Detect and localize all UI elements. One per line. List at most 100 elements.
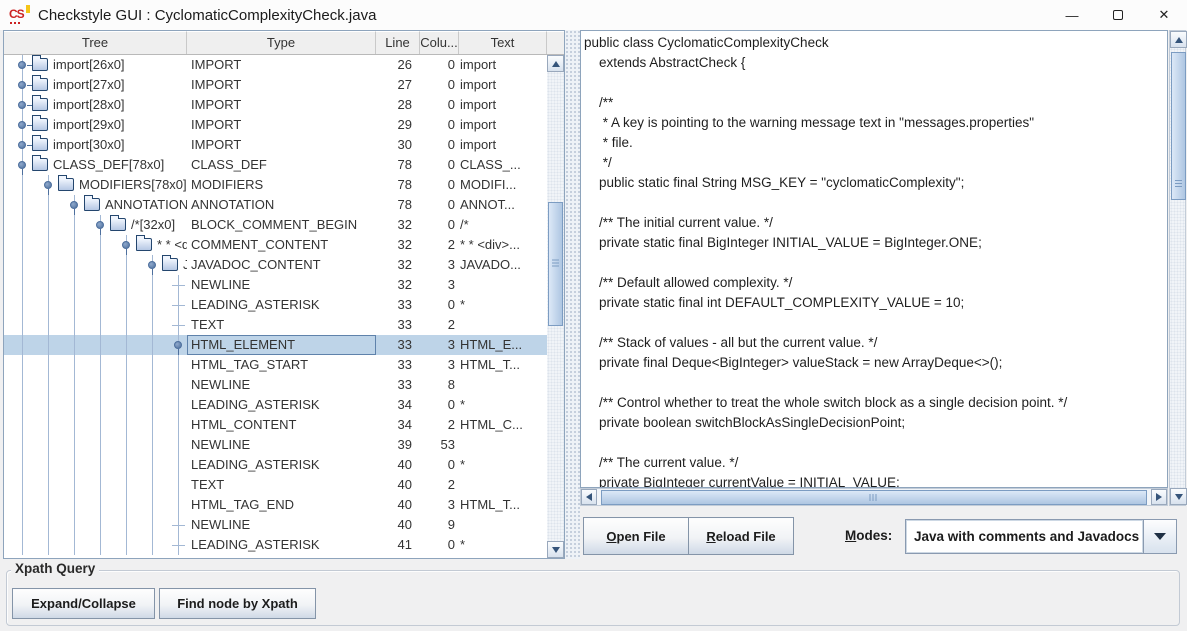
- table-row[interactable]: JAVADOC_CONTENTJAVADOC_CONTENT323JAVADO.…: [4, 255, 547, 275]
- type-cell[interactable]: LEADING_ASTERISK: [187, 395, 376, 415]
- tree-cell[interactable]: [4, 475, 187, 495]
- code-horizontal-scrollbar[interactable]: [580, 488, 1168, 506]
- scroll-right-button[interactable]: [1151, 489, 1167, 505]
- table-row[interactable]: import[26x0]IMPORT260import: [4, 55, 547, 75]
- collapse-handle-icon[interactable]: [18, 161, 26, 169]
- collapse-handle-icon[interactable]: [122, 241, 130, 249]
- scroll-down-button[interactable]: [547, 541, 564, 558]
- table-row[interactable]: LEADING_ASTERISK410*: [4, 535, 547, 555]
- type-cell[interactable]: NEWLINE: [187, 515, 376, 535]
- scroll-track[interactable]: [1170, 48, 1185, 488]
- type-cell[interactable]: TEXT: [187, 475, 376, 495]
- tree-cell[interactable]: [4, 415, 187, 435]
- type-cell[interactable]: IMPORT: [187, 55, 376, 75]
- type-cell[interactable]: CLASS_DEF: [187, 155, 376, 175]
- type-cell[interactable]: BLOCK_COMMENT_BEGIN: [187, 215, 376, 235]
- tree-cell[interactable]: import[27x0]: [4, 75, 187, 95]
- type-cell[interactable]: HTML_ELEMENT: [187, 335, 376, 355]
- scroll-track[interactable]: [547, 72, 564, 541]
- scroll-thumb[interactable]: [548, 202, 563, 326]
- table-row[interactable]: LEADING_ASTERISK340*: [4, 395, 547, 415]
- collapse-handle-icon[interactable]: [44, 181, 52, 189]
- scroll-down-button[interactable]: [1170, 488, 1187, 505]
- expand-handle-icon[interactable]: [18, 61, 26, 69]
- scroll-left-button[interactable]: [581, 489, 597, 505]
- column-header-text[interactable]: Text: [459, 31, 547, 54]
- table-row[interactable]: TEXT402: [4, 475, 547, 495]
- table-row[interactable]: HTML_CONTENT342HTML_C...: [4, 415, 547, 435]
- source-code-view[interactable]: public class CyclomaticComplexityCheck e…: [580, 30, 1168, 488]
- find-node-by-xpath-button[interactable]: Find node by Xpath: [159, 588, 316, 619]
- tree-cell[interactable]: MODIFIERS[78x0]: [4, 175, 187, 195]
- tree-cell[interactable]: [4, 315, 187, 335]
- column-header-line[interactable]: Line: [376, 31, 420, 54]
- type-cell[interactable]: ANNOTATION: [187, 195, 376, 215]
- close-button[interactable]: ✕: [1141, 0, 1187, 30]
- type-cell[interactable]: LEADING_ASTERISK: [187, 455, 376, 475]
- type-cell[interactable]: NEWLINE: [187, 375, 376, 395]
- tree-cell[interactable]: [4, 395, 187, 415]
- tree-cell[interactable]: [4, 335, 187, 355]
- type-cell[interactable]: LEADING_ASTERISK: [187, 295, 376, 315]
- expand-handle-icon[interactable]: [18, 121, 26, 129]
- tree-cell[interactable]: import[30x0]: [4, 135, 187, 155]
- column-header-column[interactable]: Colu...: [420, 31, 459, 54]
- tree-cell[interactable]: [4, 355, 187, 375]
- table-row[interactable]: * * <div>COMMENT_CONTENT322* * <div>...: [4, 235, 547, 255]
- type-cell[interactable]: IMPORT: [187, 135, 376, 155]
- tree-cell[interactable]: import[26x0]: [4, 55, 187, 75]
- tree-cell[interactable]: [4, 275, 187, 295]
- scroll-up-button[interactable]: [1170, 31, 1187, 48]
- tree-cell[interactable]: /*[32x0]: [4, 215, 187, 235]
- tree-cell[interactable]: [4, 455, 187, 475]
- table-row[interactable]: HTML_TAG_END403HTML_T...: [4, 495, 547, 515]
- reload-file-button[interactable]: Reload File: [688, 517, 794, 555]
- table-row[interactable]: CLASS_DEF[78x0]CLASS_DEF780CLASS_...: [4, 155, 547, 175]
- scroll-up-button[interactable]: [547, 55, 564, 72]
- modes-combobox[interactable]: Java with comments and Javadocs: [905, 519, 1177, 554]
- tree-cell[interactable]: ANNOTATION[78x0]: [4, 195, 187, 215]
- type-cell[interactable]: HTML_TAG_START: [187, 355, 376, 375]
- table-row[interactable]: LEADING_ASTERISK330*: [4, 295, 547, 315]
- collapse-handle-icon[interactable]: [148, 261, 156, 269]
- table-row[interactable]: NEWLINE3953: [4, 435, 547, 455]
- type-cell[interactable]: NEWLINE: [187, 435, 376, 455]
- type-cell[interactable]: LEADING_ASTERISK: [187, 535, 376, 555]
- tree-cell[interactable]: [4, 435, 187, 455]
- table-row[interactable]: LEADING_ASTERISK400*: [4, 455, 547, 475]
- tree-cell[interactable]: import[28x0]: [4, 95, 187, 115]
- maximize-button[interactable]: [1095, 0, 1141, 30]
- tree-cell[interactable]: [4, 495, 187, 515]
- tree-vertical-scrollbar[interactable]: [547, 55, 564, 558]
- type-cell[interactable]: JAVADOC_CONTENT: [187, 255, 376, 275]
- table-row[interactable]: NEWLINE323: [4, 275, 547, 295]
- table-row[interactable]: NEWLINE338: [4, 375, 547, 395]
- table-row[interactable]: ANNOTATION[78x0]ANNOTATION780ANNOT...: [4, 195, 547, 215]
- column-header-type[interactable]: Type: [187, 31, 376, 54]
- table-row[interactable]: /*[32x0]BLOCK_COMMENT_BEGIN320/*: [4, 215, 547, 235]
- type-cell[interactable]: HTML_TAG_END: [187, 495, 376, 515]
- type-cell[interactable]: IMPORT: [187, 95, 376, 115]
- table-row[interactable]: import[30x0]IMPORT300import: [4, 135, 547, 155]
- collapse-handle-icon[interactable]: [70, 201, 78, 209]
- tree-cell[interactable]: [4, 515, 187, 535]
- expand-handle-icon[interactable]: [18, 141, 26, 149]
- combobox-dropdown-button[interactable]: [1143, 520, 1176, 553]
- collapse-handle-icon[interactable]: [174, 341, 182, 349]
- code-vertical-scrollbar[interactable]: [1169, 30, 1186, 506]
- table-row[interactable]: import[29x0]IMPORT290import: [4, 115, 547, 135]
- table-row[interactable]: import[28x0]IMPORT280import: [4, 95, 547, 115]
- tree-cell[interactable]: import[29x0]: [4, 115, 187, 135]
- type-cell[interactable]: MODIFIERS: [187, 175, 376, 195]
- tree-cell[interactable]: * * <div>: [4, 235, 187, 255]
- table-row[interactable]: HTML_ELEMENT333HTML_E...: [4, 335, 547, 355]
- table-row[interactable]: TEXT332: [4, 315, 547, 335]
- type-cell[interactable]: TEXT: [187, 315, 376, 335]
- type-cell[interactable]: IMPORT: [187, 75, 376, 95]
- minimize-button[interactable]: —: [1049, 0, 1095, 30]
- expand-handle-icon[interactable]: [18, 81, 26, 89]
- expand-collapse-button[interactable]: Expand/Collapse: [12, 588, 155, 619]
- open-file-button[interactable]: Open File: [583, 517, 689, 555]
- column-header-tree[interactable]: Tree: [4, 31, 187, 54]
- type-cell[interactable]: COMMENT_CONTENT: [187, 235, 376, 255]
